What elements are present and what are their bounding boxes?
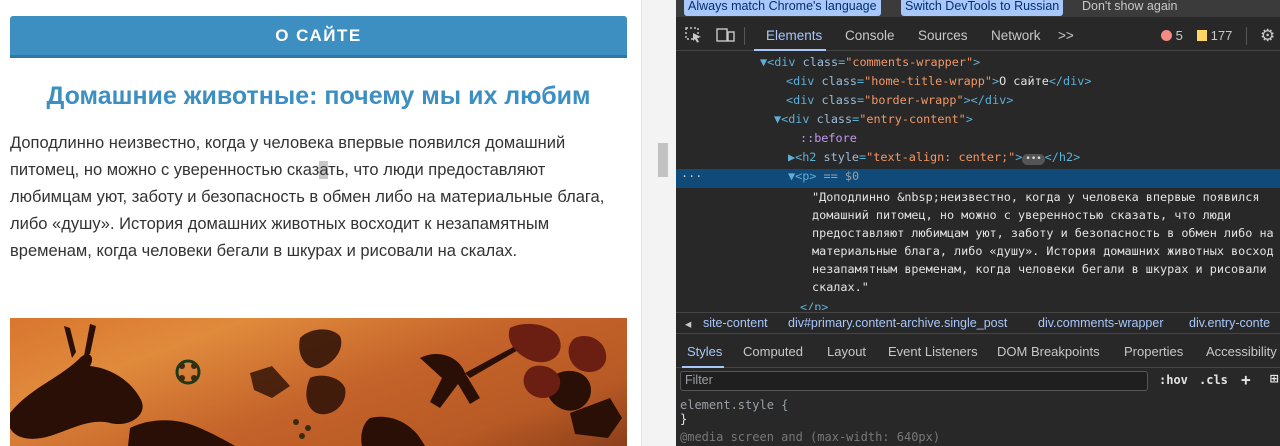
- toolbar-separator: [1246, 27, 1247, 45]
- cave-painting-image: [10, 318, 627, 446]
- breadcrumb-entry-content[interactable]: div.entry-conte: [1189, 316, 1270, 330]
- dom-tree: ▼<div class="comments-wrapper"> <div cla…: [676, 52, 1280, 310]
- toolbar-separator: [744, 27, 745, 45]
- dom-text: предоставляют любимцам уют, заботу и без…: [812, 226, 1274, 240]
- dom-attr-name: class: [821, 74, 858, 88]
- warning-icon: [1197, 30, 1207, 41]
- selected-node-marker: == $0: [823, 169, 860, 183]
- dom-text-line[interactable]: "Доподлинно &nbsp;неизвестно, когда у че…: [676, 190, 1280, 208]
- breadcrumb-comments-wrapper[interactable]: div.comments-wrapper: [1038, 316, 1164, 330]
- dom-text: незапамятным временам, когда человеки бе…: [812, 262, 1267, 276]
- scrollbar-thumb[interactable]: [658, 143, 668, 177]
- hover-state-toggle[interactable]: :hov: [1159, 373, 1188, 387]
- dom-node-h2[interactable]: ▶<h2 style="text-align: center;"> ••• </h2…: [676, 150, 1280, 169]
- tab-elements[interactable]: Elements: [766, 28, 822, 43]
- subtab-event-listeners[interactable]: Event Listeners: [888, 344, 978, 359]
- styles-rules: element.style { } @media screen and (max…: [680, 398, 940, 444]
- dom-text-line[interactable]: незапамятным временам, когда человеки бе…: [676, 262, 1280, 280]
- node-actions-icon[interactable]: ···: [681, 169, 702, 183]
- subtab-styles[interactable]: Styles: [687, 344, 722, 359]
- panel-resize-gutter[interactable]: [642, 0, 676, 446]
- devtools-panel: Always match Chrome's language Switch De…: [676, 0, 1280, 446]
- dom-node-p-close[interactable]: </p>: [676, 300, 1280, 310]
- article-title: Домашние животные: почему мы их любим: [46, 82, 591, 110]
- dom-text: "Доподлинно &nbsp;неизвестно, когда у че…: [812, 190, 1260, 204]
- dom-attr-value: "entry-content": [859, 112, 966, 126]
- cave-painting-drawing: [10, 323, 622, 446]
- breadcrumb-site-content[interactable]: site-content: [703, 316, 768, 330]
- dom-text-line[interactable]: скалах.": [676, 280, 1280, 298]
- dom-node-entry-content[interactable]: ▼<div class="entry-content">: [676, 112, 1280, 131]
- dom-node-p-selected[interactable]: ··· ▼<p> == $0: [676, 169, 1280, 188]
- dom-text-line[interactable]: домашний питомец, но можно с уверенность…: [676, 208, 1280, 226]
- always-match-language-button[interactable]: Always match Chrome's language: [684, 0, 881, 16]
- dom-text: домашний питомец, но можно с уверенность…: [812, 208, 1232, 222]
- error-counter[interactable]: 5: [1161, 28, 1183, 43]
- subtab-computed[interactable]: Computed: [743, 344, 803, 359]
- about-header: О САЙТЕ: [10, 16, 627, 58]
- dom-attr-value: "text-align: center;": [866, 150, 1016, 164]
- new-style-rule-icon[interactable]: +: [1241, 370, 1251, 389]
- dom-attr-value: "comments-wrapper": [845, 55, 974, 69]
- dom-attr-value: "home-title-wrapp": [864, 74, 992, 88]
- screen: О САЙТЕ Домашние животные: почему мы их …: [0, 0, 1280, 446]
- dom-attr-name: class: [821, 93, 858, 107]
- text-cursor-highlight: а: [319, 161, 329, 179]
- active-tab-indicator: [754, 49, 826, 51]
- switch-to-russian-button[interactable]: Switch DevTools to Russian: [901, 0, 1064, 16]
- dom-node-home-title[interactable]: <div class="home-title-wrapp">О сайте</d…: [676, 74, 1280, 93]
- more-tabs-icon[interactable]: >>: [1058, 28, 1074, 43]
- warning-count: 177: [1210, 28, 1233, 43]
- breadcrumb-div-primary[interactable]: div#primary.content-archive.single_post: [788, 316, 1007, 330]
- dom-node-border-wrapp[interactable]: <div class="border-wrapp"></div>: [676, 93, 1280, 112]
- dom-text-line[interactable]: предоставляют любимцам уют, заботу и без…: [676, 226, 1280, 244]
- collapsed-content-icon[interactable]: •••: [1022, 154, 1045, 165]
- element-style-selector[interactable]: element.style {: [680, 398, 940, 412]
- media-query: @media screen and (max-width: 640px): [680, 430, 941, 444]
- dom-tag: ▼<div: [760, 55, 803, 69]
- breadcrumb-scroll-left-icon[interactable]: ◂: [685, 316, 691, 331]
- dom-text-line[interactable]: материальные блага, либо «душу». История…: [676, 244, 1280, 262]
- subtab-accessibility[interactable]: Accessibility: [1206, 344, 1277, 359]
- language-infobar: Always match Chrome's language Switch De…: [676, 0, 1280, 17]
- dom-attr-name: class: [816, 112, 853, 126]
- error-count: 5: [1175, 28, 1183, 43]
- dom-pseudo: ::before: [800, 131, 857, 145]
- subtab-properties[interactable]: Properties: [1124, 344, 1183, 359]
- class-toggle[interactable]: .cls: [1199, 373, 1228, 387]
- active-subtab-indicator: [682, 366, 724, 368]
- subtab-dom-breakpoints[interactable]: DOM Breakpoints: [997, 344, 1100, 359]
- error-icon: [1161, 30, 1172, 41]
- subtab-layout[interactable]: Layout: [827, 344, 866, 359]
- tab-network[interactable]: Network: [991, 28, 1041, 43]
- device-toolbar-icon[interactable]: [716, 27, 736, 47]
- settings-gear-icon[interactable]: ⚙: [1260, 26, 1275, 46]
- devtools-toolbar: Elements Console Sources Network >> 5 17…: [676, 21, 1280, 51]
- dom-breadcrumbs: ◂ site-content div#primary.content-archi…: [676, 312, 1280, 334]
- dom-attr-value: "border-wrapp": [864, 93, 964, 107]
- inspect-element-icon[interactable]: [685, 27, 703, 47]
- dom-text: материальные блага, либо «душу». История…: [812, 244, 1274, 258]
- element-style-close: }: [680, 412, 688, 426]
- dom-attr-name: class: [802, 55, 839, 69]
- dom-node-comments-wrapper[interactable]: ▼<div class="comments-wrapper">: [676, 55, 1280, 74]
- warning-counter[interactable]: 177: [1197, 28, 1232, 43]
- dom-text: О сайте: [999, 74, 1049, 88]
- dont-show-again-button[interactable]: Don't show again: [1078, 0, 1182, 16]
- tab-sources[interactable]: Sources: [918, 28, 968, 43]
- web-page: О САЙТЕ Домашние животные: почему мы их …: [0, 0, 640, 446]
- article-paragraph: Доподлинно неизвестно, когда у человека …: [10, 130, 627, 265]
- styles-subtabs: Styles Computed Layout Event Listeners D…: [676, 336, 1280, 368]
- dom-text: скалах.": [812, 280, 869, 294]
- computed-sidebar-icon[interactable]: ⊞: [1270, 371, 1278, 387]
- dom-node-before[interactable]: ::before: [676, 131, 1280, 150]
- dom-attr-name: style: [823, 150, 860, 164]
- tab-console[interactable]: Console: [845, 28, 895, 43]
- styles-filter-input[interactable]: Filter: [680, 371, 1148, 391]
